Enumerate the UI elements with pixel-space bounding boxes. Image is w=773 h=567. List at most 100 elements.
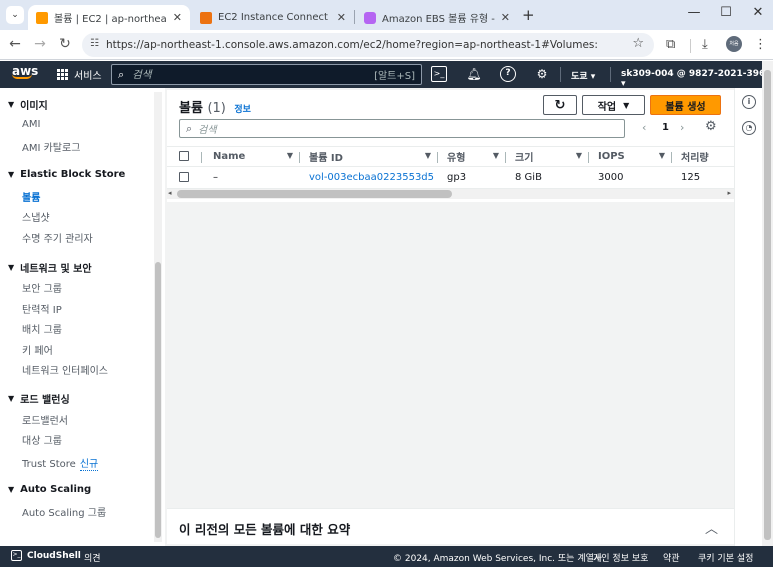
sidebar-item-volumes[interactable]: 볼륨 <box>22 189 40 204</box>
settings-gear-icon[interactable]: ⚙ <box>534 66 550 82</box>
sidebar-section-auto-scaling[interactable]: ▼ Auto Scaling <box>8 484 91 495</box>
sidebar-item-elastic-ips[interactable]: 탄력적 IP <box>22 301 62 316</box>
header-divider <box>560 67 561 82</box>
column-header-type[interactable]: 유형 ▼ <box>437 146 505 167</box>
download-icon[interactable]: ⤓ <box>702 37 708 52</box>
minimize-icon[interactable]: — <box>684 5 704 20</box>
refresh-button[interactable]: ↻ <box>543 95 577 115</box>
filter-caret-icon[interactable]: ▼ <box>659 151 665 160</box>
aws-logo[interactable]: aws <box>12 64 38 79</box>
filter-caret-icon[interactable]: ▼ <box>576 151 582 160</box>
back-icon[interactable]: ← <box>6 36 24 52</box>
section-title: Auto Scaling <box>20 484 92 495</box>
close-tab-icon[interactable]: ✕ <box>501 11 510 24</box>
sidebar-item-trust-store[interactable]: Trust Store 신규 <box>22 455 99 471</box>
table-settings-gear-icon[interactable]: ⚙ <box>705 119 717 134</box>
sidebar-item-key-pairs[interactable]: 키 페어 <box>22 342 53 357</box>
page-scrollbar-thumb[interactable] <box>764 70 771 540</box>
feedback-panel-icon[interactable]: ◔ <box>742 121 756 135</box>
volume-id-link[interactable]: vol-003ecbaa0223553d5 <box>309 172 434 183</box>
browser-menu-icon[interactable]: ⋮ <box>754 37 767 52</box>
info-panel-icon[interactable]: i <box>742 95 756 109</box>
close-tab-icon[interactable]: ✕ <box>337 11 346 24</box>
help-icon[interactable]: ? <box>500 66 516 82</box>
privacy-link[interactable]: 개인 정보 보호 <box>593 551 648 564</box>
scroll-left-icon[interactable]: ◂ <box>168 189 172 197</box>
address-bar[interactable]: ☷ https://ap-northeast-1.console.aws.ama… <box>82 33 654 57</box>
extensions-icon[interactable]: ⧉ <box>666 37 675 52</box>
page-number[interactable]: 1 <box>662 122 669 133</box>
volumes-panel: 볼륨 (1) 정보 ↻ 작업 ▼ 볼륨 생성 ⌕ 검색 ‹ 1 › ⚙ Name… <box>167 90 734 202</box>
volume-search-input[interactable]: ⌕ 검색 <box>179 119 625 138</box>
close-tab-icon[interactable]: ✕ <box>173 11 182 24</box>
cloudshell-icon[interactable]: >_ <box>11 550 22 561</box>
sidebar-section-load-balancing[interactable]: ▼ 로드 밸런싱 <box>8 391 70 406</box>
cloudshell-link[interactable]: CloudShell <box>27 551 81 561</box>
account-menu[interactable]: sk309-004 @ 9827-2021-3969 ▾ <box>621 69 773 89</box>
tab-volumes[interactable]: 볼륨 | EC2 | ap-northeast-1 ✕ <box>28 5 190 30</box>
forward-icon[interactable]: → <box>31 36 49 52</box>
terms-link[interactable]: 약관 <box>663 551 680 564</box>
maximize-icon[interactable]: ☐ <box>716 5 736 20</box>
filter-caret-icon[interactable]: ▼ <box>287 151 293 160</box>
cookie-preferences-link[interactable]: 쿠키 기본 설정 <box>698 551 753 564</box>
select-all-checkbox[interactable] <box>179 151 189 161</box>
new-badge: 신규 <box>79 459 99 471</box>
sidebar-item-load-balancers[interactable]: 로드밸런서 <box>22 412 68 427</box>
actions-dropdown[interactable]: 작업 ▼ <box>582 95 645 115</box>
sidebar-item-snapshots[interactable]: 스냅샷 <box>22 209 50 224</box>
region-label: 도쿄 <box>571 72 588 82</box>
column-header-name[interactable]: Name ▼ <box>201 146 299 167</box>
sidebar-section-ebs[interactable]: ▼ Elastic Block Store <box>8 169 125 180</box>
next-page-icon[interactable]: › <box>680 121 684 134</box>
info-link[interactable]: 정보 <box>234 105 251 115</box>
sidebar-item-ami-catalog[interactable]: AMI 카탈로그 <box>22 139 80 154</box>
site-info-icon[interactable]: ☷ <box>90 38 99 49</box>
feedback-link[interactable]: 의견 <box>84 551 101 564</box>
sidebar-item-lifecycle-manager[interactable]: 수명 주기 관리자 <box>22 230 93 245</box>
item-label: Trust Store <box>22 459 76 470</box>
tab-separator <box>354 10 355 24</box>
sidebar-item-target-groups[interactable]: 대상 그룹 <box>22 432 62 447</box>
table-row[interactable]: – vol-003ecbaa0223553d5 gp3 8 GiB 3000 1… <box>167 166 734 189</box>
sidebar-section-images[interactable]: ▼ 이미지 <box>8 97 48 112</box>
table-scrollbar-thumb[interactable] <box>177 190 452 198</box>
notifications-bell-icon[interactable]: 🔔︎ <box>466 66 482 82</box>
create-volume-button[interactable]: 볼륨 생성 <box>650 95 721 115</box>
cloudshell-icon[interactable]: >_ <box>431 66 447 82</box>
sidebar-item-network-interfaces[interactable]: 네트워크 인터페이스 <box>22 362 108 377</box>
reload-icon[interactable]: ↻ <box>56 36 74 52</box>
chevron-up-icon[interactable]: ︿ <box>705 518 718 537</box>
sidebar-section-network-security[interactable]: ▼ 네트워크 및 보안 <box>8 260 92 275</box>
new-tab-icon[interactable]: + <box>522 6 535 24</box>
scroll-right-icon[interactable]: ▸ <box>727 189 731 197</box>
column-header-iops[interactable]: IOPS ▼ <box>588 146 671 167</box>
table-header-row: Name ▼ 볼륨 ID ▼ 유형 ▼ 크기 ▼ IOPS ▼ 처리량 <box>167 146 734 167</box>
tab-instance-connect[interactable]: EC2 Instance Connect | ap-nor ✕ <box>192 5 354 30</box>
column-header-size[interactable]: 크기 ▼ <box>505 146 588 167</box>
sidebar-item-auto-scaling-groups[interactable]: Auto Scaling 그룹 <box>22 504 106 519</box>
prev-page-icon[interactable]: ‹ <box>642 121 646 134</box>
column-header-throughput[interactable]: 처리량 <box>671 146 734 167</box>
row-checkbox[interactable] <box>179 172 189 182</box>
profile-avatar[interactable]: 처음 <box>726 36 742 52</box>
console-search-input[interactable]: ⌕ 검색 [알트+S] <box>111 64 422 85</box>
aws-favicon-icon <box>200 11 212 24</box>
tab-ebs-docs[interactable]: Amazon EBS 볼륨 유형 - Amaz ✕ <box>356 5 518 30</box>
actions-label: 작업 <box>597 101 617 113</box>
services-menu-button[interactable]: 서비스 <box>57 67 102 82</box>
column-header-volume-id[interactable]: 볼륨 ID ▼ <box>299 146 437 167</box>
bookmark-star-icon[interactable]: ☆ <box>632 36 644 51</box>
region-selector[interactable]: 도쿄 ▾ <box>571 69 595 82</box>
sidebar-item-placement-groups[interactable]: 배치 그룹 <box>22 321 62 336</box>
close-window-icon[interactable]: ✕ <box>748 5 768 20</box>
tab-search-button[interactable]: ⌄ <box>6 6 24 24</box>
sidebar-scrollbar-thumb[interactable] <box>155 262 161 538</box>
aws-favicon-icon <box>36 11 48 24</box>
sidebar-item-security-groups[interactable]: 보안 그룹 <box>22 280 62 295</box>
sidebar-item-ami[interactable]: AMI <box>22 119 40 130</box>
filter-caret-icon[interactable]: ▼ <box>425 151 431 160</box>
tab-title: EC2 Instance Connect | ap-nor <box>218 12 331 23</box>
filter-caret-icon[interactable]: ▼ <box>493 151 499 160</box>
region-summary-panel[interactable]: 이 리전의 모든 볼륨에 대한 요약 ︿ <box>167 508 734 544</box>
